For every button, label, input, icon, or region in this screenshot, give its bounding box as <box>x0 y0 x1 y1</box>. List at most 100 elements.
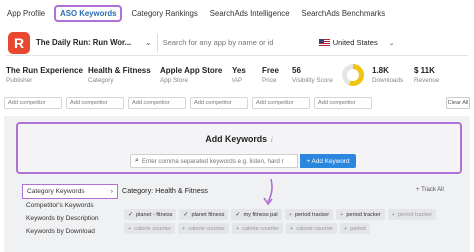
app-search <box>162 34 311 52</box>
add-keyword-button[interactable]: + Add Keyword <box>300 154 356 168</box>
down-arrow-icon <box>263 178 273 206</box>
tab-app-profile[interactable]: App Profile <box>4 7 48 20</box>
chip-label: period tracker <box>397 211 433 218</box>
plus-icon: + <box>340 211 344 218</box>
visibility-donut-icon <box>342 64 364 86</box>
store-value: Apple App Store <box>160 66 223 75</box>
stat-category: Health & Fitness Category <box>88 66 160 84</box>
plus-icon: + <box>288 211 292 218</box>
stat-visibility: 56 Visibility Score <box>292 66 336 84</box>
keyword-chip[interactable]: + period tracker <box>387 209 437 220</box>
publisher-label: Publisher <box>6 77 33 84</box>
check-icon: ✓ <box>183 212 189 218</box>
tab-searchads-intelligence[interactable]: SearchAds Intelligence <box>207 7 293 20</box>
chip-label: period <box>350 225 366 232</box>
info-icon[interactable]: i <box>271 137 273 144</box>
iap-value: Yes <box>232 66 246 75</box>
keyword-chip[interactable]: ✓ my fitness pal <box>231 209 282 220</box>
keyword-chip[interactable]: + period <box>339 223 370 234</box>
keyword-chip[interactable]: + calorie counter <box>231 223 283 234</box>
chevron-down-icon[interactable]: ⌄ <box>145 38 152 47</box>
chip-label: my fitness pal <box>243 211 278 218</box>
track-all-button[interactable]: + Track All <box>416 187 444 193</box>
keyword-chip[interactable]: ✓ planet fitness <box>179 209 229 220</box>
competitor-row: Add competitor Add competitor Add compet… <box>4 96 470 110</box>
country-label: United States <box>332 38 378 47</box>
keyword-input[interactable] <box>141 157 297 165</box>
stat-store: Apple App Store App Store <box>160 66 232 84</box>
downloads-label: Downloads <box>372 77 404 84</box>
add-competitor-button[interactable]: Add competitor <box>252 97 310 109</box>
plus-icon: + <box>235 225 240 232</box>
keyword-chip[interactable]: + calorie counter <box>177 223 229 234</box>
chip-label: calorie counter <box>134 225 171 232</box>
stat-revenue: $ 11K Revenue <box>414 66 454 84</box>
divider <box>156 33 158 52</box>
country-select[interactable]: United States ⌄ <box>318 38 395 47</box>
plus-icon: + <box>128 225 132 232</box>
category-value: Health & Fitness <box>88 66 151 75</box>
revenue-label: Revenue <box>414 77 440 84</box>
add-competitor-button[interactable]: Add competitor <box>66 97 124 109</box>
chip-label: calorie counter <box>242 225 279 232</box>
chevron-down-icon: ⌄ <box>388 39 395 47</box>
sidebar-item-category-keywords[interactable]: Category Keywords › <box>22 184 118 199</box>
clear-all-button[interactable]: Clear All <box>446 97 470 109</box>
add-competitor-button[interactable]: Add competitor <box>4 97 62 109</box>
chip-label: calorie counter <box>188 225 225 232</box>
chip-label: period tracker <box>346 211 381 218</box>
price-value: Free <box>262 66 279 75</box>
check-icon: ✓ <box>128 212 134 218</box>
stat-price: Free Price <box>262 66 292 84</box>
publisher-value[interactable]: The Run Experience <box>6 66 88 75</box>
category-title: Category: Health & Fitness <box>122 186 208 195</box>
add-competitor-button[interactable]: Add competitor <box>190 97 248 109</box>
keyword-input-wrap: ⌕ <box>130 154 298 168</box>
sidebar-item-competitors-keywords[interactable]: Competitor's Keywords <box>22 199 118 212</box>
keyword-chip[interactable]: + calorie counter <box>124 223 175 234</box>
check-icon: ✓ <box>235 212 241 218</box>
keyword-chip[interactable]: ✓ planet - fitness <box>124 209 177 220</box>
keyword-chip[interactable]: + period tracker <box>336 209 385 220</box>
tab-category-rankings[interactable]: Category Rankings <box>128 7 200 20</box>
revenue-value: $ 11K <box>414 66 435 75</box>
sidebar-item-keywords-by-description[interactable]: Keywords by Description <box>22 212 118 225</box>
chip-label: planet fitness <box>191 211 225 218</box>
add-keywords-heading: Add Keywords <box>205 134 268 144</box>
app-header-row: R The Daily Run: Run Wor... ⌄ United Sta… <box>6 30 468 56</box>
plus-icon: + <box>181 225 186 232</box>
add-keywords-title: Add Keywords i <box>18 134 460 144</box>
plus-icon: + <box>343 225 348 232</box>
sidebar-item-label: Category Keywords <box>27 188 85 195</box>
add-competitor-button[interactable]: Add competitor <box>128 97 186 109</box>
app-stats-row: The Run Experience Publisher Health & Fi… <box>6 60 468 90</box>
plus-icon: + <box>289 225 294 232</box>
keyword-chip[interactable]: + period tracker <box>284 209 334 220</box>
downloads-value: 1.8K <box>372 66 389 75</box>
keywords-panel: Add Keywordsi ⌕ + Add Keyword Category K… <box>4 116 470 252</box>
plus-icon: + <box>391 211 395 218</box>
iap-label: IAP <box>232 77 243 84</box>
top-tab-bar: App Profile ASO Keywords Category Rankin… <box>0 0 474 26</box>
keyword-chip[interactable]: + calorie counter <box>285 223 337 234</box>
category-label: Category <box>88 77 114 84</box>
app-title[interactable]: The Daily Run: Run Wor... <box>36 38 142 47</box>
add-competitor-button[interactable]: Add competitor <box>314 97 372 109</box>
sidebar-item-keywords-by-download[interactable]: Keywords by Download <box>22 225 118 238</box>
tab-searchads-benchmarks[interactable]: SearchAds Benchmarks <box>299 7 389 20</box>
tab-aso-keywords[interactable]: ASO Keywords <box>54 4 123 22</box>
keyword-chips: ✓ planet - fitness ✓ planet fitness ✓ my fi… <box>124 209 464 234</box>
stat-iap: Yes IAP <box>232 66 262 84</box>
app-icon: R <box>8 31 30 54</box>
stat-downloads: 1.8K Downloads <box>372 66 414 84</box>
chip-label: period tracker <box>294 211 330 218</box>
store-label: App Store <box>160 77 189 84</box>
chevron-right-icon: › <box>110 188 113 195</box>
keyword-source-sidebar: Category Keywords › Competitor's Keyword… <box>22 184 118 238</box>
search-icon: ⌕ <box>135 157 139 164</box>
visibility-value: 56 <box>292 66 301 75</box>
chip-label: calorie counter <box>296 225 333 232</box>
visibility-label: Visibility Score <box>292 77 333 84</box>
stat-publisher: The Run Experience Publisher <box>6 66 88 84</box>
app-search-input[interactable] <box>162 38 303 47</box>
